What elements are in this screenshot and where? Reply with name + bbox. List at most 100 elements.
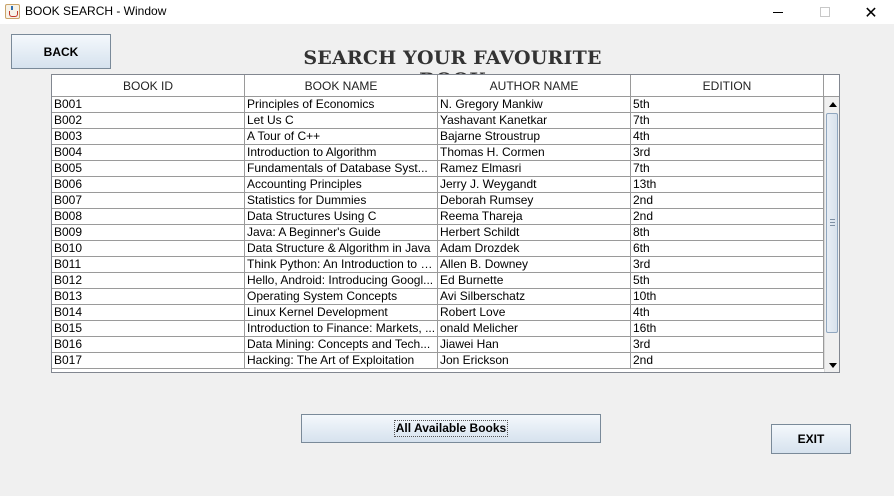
table-row[interactable]: B016 Data Mining: Concepts and Tech... Jia…	[52, 337, 824, 353]
edition-cell[interactable]: 5th	[631, 273, 824, 289]
author-name-cell[interactable]: Avi Silberschatz	[438, 289, 631, 305]
book-id-cell[interactable]: B012	[52, 273, 245, 289]
table-row[interactable]: B009 Java: A Beginner's Guide Herbert Schi…	[52, 225, 824, 241]
edition-cell[interactable]: 7th	[631, 113, 824, 129]
table-row[interactable]: B017 Hacking: The Art of Exploitation Jon …	[52, 353, 824, 369]
table-row[interactable]: B014 Linux Kernel Development Robert Love 4…	[52, 305, 824, 321]
book-name-cell[interactable]: Hacking: The Art of Exploitation	[245, 353, 438, 369]
author-name-cell[interactable]: Allen B. Downey	[438, 257, 631, 273]
book-name-cell[interactable]: Introduction to Finance: Markets, ...	[245, 321, 438, 337]
author-name-cell[interactable]: N. Gregory Mankiw	[438, 97, 631, 113]
book-name-cell[interactable]: Principles of Economics	[245, 97, 438, 113]
author-name-cell[interactable]: Ed Burnette	[438, 273, 631, 289]
author-name-cell[interactable]: Adam Drozdek	[438, 241, 631, 257]
book-id-cell[interactable]: B007	[52, 193, 245, 209]
author-name-cell[interactable]: Thomas H. Cormen	[438, 145, 631, 161]
edition-cell[interactable]: 8th	[631, 225, 824, 241]
author-name-cell[interactable]: Bajarne Stroustrup	[438, 129, 631, 145]
column-header-edition[interactable]: EDITION	[631, 75, 824, 97]
edition-cell[interactable]: 2nd	[631, 193, 824, 209]
book-id-cell[interactable]: B013	[52, 289, 245, 305]
edition-cell[interactable]: 10th	[631, 289, 824, 305]
table-row[interactable]: B006 Accounting Principles Jerry J. Weygan…	[52, 177, 824, 193]
book-name-cell[interactable]: Fundamentals of Database Syst...	[245, 161, 438, 177]
author-name-cell[interactable]: Deborah Rumsey	[438, 193, 631, 209]
book-name-cell[interactable]: Data Structures Using C	[245, 209, 438, 225]
book-id-cell[interactable]: B008	[52, 209, 245, 225]
book-id-cell[interactable]: B001	[52, 97, 245, 113]
edition-cell[interactable]: 4th	[631, 129, 824, 145]
table-row[interactable]: B002 Let Us C Yashavant Kanetkar 7th	[52, 113, 824, 129]
book-name-cell[interactable]: Hello, Android: Introducing Googl...	[245, 273, 438, 289]
edition-cell[interactable]: 3rd	[631, 257, 824, 273]
table-row[interactable]: B007 Statistics for Dummies Deborah Rumsey…	[52, 193, 824, 209]
table-row[interactable]: B008 Data Structures Using C Reema Thareja…	[52, 209, 824, 225]
table-row[interactable]: B013 Operating System Concepts Avi Silbers…	[52, 289, 824, 305]
book-name-cell[interactable]: Introduction to Algorithm	[245, 145, 438, 161]
book-id-cell[interactable]: B011	[52, 257, 245, 273]
column-header-book-id[interactable]: BOOK ID	[52, 75, 245, 97]
author-name-cell[interactable]: Jon Erickson	[438, 353, 631, 369]
edition-cell[interactable]: 5th	[631, 97, 824, 113]
book-id-cell[interactable]: B014	[52, 305, 245, 321]
book-id-cell[interactable]: B006	[52, 177, 245, 193]
table-row[interactable]: B011 Think Python: An Introduction to S..…	[52, 257, 824, 273]
book-id-cell[interactable]: B010	[52, 241, 245, 257]
edition-cell[interactable]: 7th	[631, 161, 824, 177]
author-name-cell[interactable]: onald Melicher	[438, 321, 631, 337]
author-name-cell[interactable]: Yashavant Kanetkar	[438, 113, 631, 129]
book-name-cell[interactable]: Think Python: An Introduction to S...	[245, 257, 438, 273]
table-row[interactable]: B004 Introduction to Algorithm Thomas H. C…	[52, 145, 824, 161]
table-row[interactable]: B010 Data Structure & Algorithm in Java Ad…	[52, 241, 824, 257]
author-name-cell[interactable]: Robert Love	[438, 305, 631, 321]
maximize-button[interactable]	[802, 0, 848, 24]
edition-cell[interactable]: 2nd	[631, 209, 824, 225]
book-name-cell[interactable]: Operating System Concepts	[245, 289, 438, 305]
author-name-cell[interactable]: Herbert Schildt	[438, 225, 631, 241]
column-header-author-name[interactable]: AUTHOR NAME	[438, 75, 631, 97]
author-name-cell[interactable]: Reema Thareja	[438, 209, 631, 225]
book-id-cell[interactable]: B017	[52, 353, 245, 369]
edition-cell[interactable]: 6th	[631, 241, 824, 257]
edition-cell[interactable]: 3rd	[631, 337, 824, 353]
edition-cell[interactable]: 2nd	[631, 353, 824, 369]
book-id-cell[interactable]: B002	[52, 113, 245, 129]
table-row[interactable]: B003 A Tour of C++ Bajarne Stroustrup 4th	[52, 129, 824, 145]
book-id-cell[interactable]: B016	[52, 337, 245, 353]
scroll-down-button[interactable]	[825, 358, 839, 372]
book-id-cell[interactable]: B003	[52, 129, 245, 145]
books-table[interactable]: BOOK ID BOOK NAME AUTHOR NAME EDITION B0…	[51, 74, 840, 373]
book-name-cell[interactable]: Linux Kernel Development	[245, 305, 438, 321]
book-id-cell[interactable]: B004	[52, 145, 245, 161]
book-name-cell[interactable]: Java: A Beginner's Guide	[245, 225, 438, 241]
book-name-cell[interactable]: Let Us C	[245, 113, 438, 129]
book-id-cell[interactable]: B009	[52, 225, 245, 241]
scroll-up-button[interactable]	[825, 97, 839, 112]
edition-cell[interactable]: 13th	[631, 177, 824, 193]
vertical-scrollbar[interactable]	[824, 97, 839, 372]
table-row[interactable]: B015 Introduction to Finance: Markets, ..…	[52, 321, 824, 337]
author-name-cell[interactable]: Ramez Elmasri	[438, 161, 631, 177]
author-name-cell[interactable]: Jerry J. Weygandt	[438, 177, 631, 193]
back-button[interactable]: BACK	[11, 34, 111, 69]
exit-button[interactable]: EXIT	[771, 424, 851, 454]
scrollbar-thumb[interactable]	[826, 113, 838, 333]
author-name-cell[interactable]: Jiawei Han	[438, 337, 631, 353]
book-name-cell[interactable]: Data Structure & Algorithm in Java	[245, 241, 438, 257]
book-name-cell[interactable]: Statistics for Dummies	[245, 193, 438, 209]
book-name-cell[interactable]: Data Mining: Concepts and Tech...	[245, 337, 438, 353]
book-id-cell[interactable]: B015	[52, 321, 245, 337]
edition-cell[interactable]: 16th	[631, 321, 824, 337]
minimize-button[interactable]	[755, 0, 801, 24]
close-button[interactable]: ✕	[848, 0, 894, 24]
table-row[interactable]: B012 Hello, Android: Introducing Googl...…	[52, 273, 824, 289]
all-available-books-button[interactable]: All Available Books	[301, 414, 601, 443]
edition-cell[interactable]: 3rd	[631, 145, 824, 161]
table-row[interactable]: B005 Fundamentals of Database Syst... Rame…	[52, 161, 824, 177]
column-header-book-name[interactable]: BOOK NAME	[245, 75, 438, 97]
book-name-cell[interactable]: A Tour of C++	[245, 129, 438, 145]
book-name-cell[interactable]: Accounting Principles	[245, 177, 438, 193]
table-row[interactable]: B001 Principles of Economics N. Gregory Ma…	[52, 97, 824, 113]
book-id-cell[interactable]: B005	[52, 161, 245, 177]
edition-cell[interactable]: 4th	[631, 305, 824, 321]
